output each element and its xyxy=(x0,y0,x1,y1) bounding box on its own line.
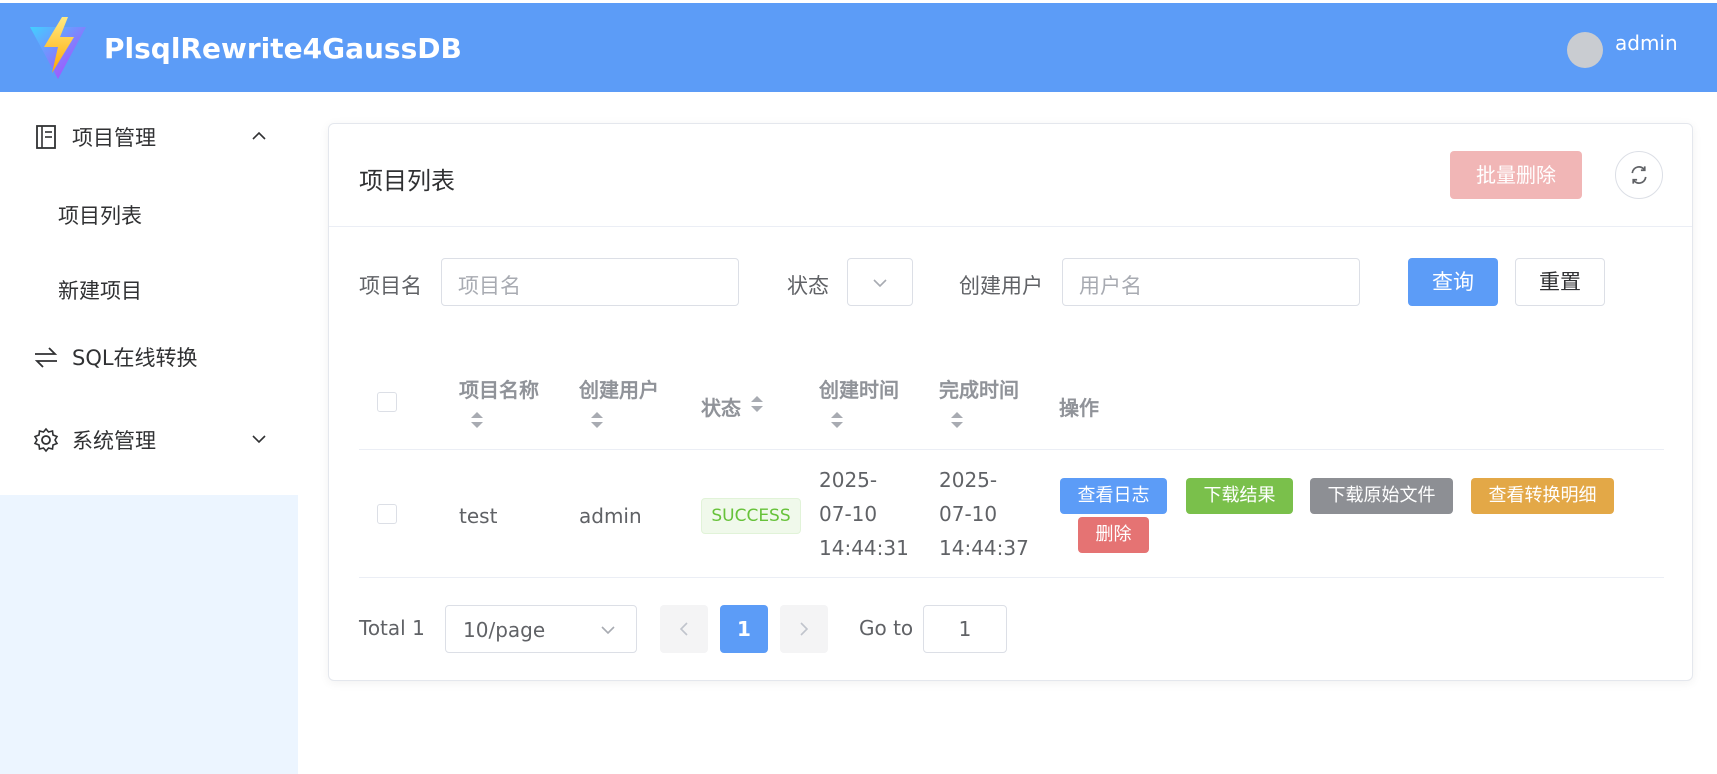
status-select[interactable] xyxy=(847,258,913,306)
avatar[interactable] xyxy=(1567,32,1603,68)
goto-page-input[interactable]: 1 xyxy=(923,605,1007,653)
sidebar-item-label: 项目管理 xyxy=(72,126,156,150)
swap-icon xyxy=(34,347,58,368)
sidebar-subitem-project-list[interactable]: 项目列表 xyxy=(58,200,142,230)
sidebar-item-system-management[interactable]: 系统管理 xyxy=(0,409,298,469)
refresh-icon xyxy=(1631,166,1647,184)
cell-finished-line2: 07-10 xyxy=(939,502,998,526)
sidebar-item-label: SQL在线转换 xyxy=(72,346,198,370)
sort-icon[interactable] xyxy=(591,410,603,430)
column-header-status[interactable]: 状态 xyxy=(701,392,741,421)
refresh-button[interactable] xyxy=(1615,151,1663,199)
chevron-down-icon xyxy=(873,279,887,288)
sort-icon[interactable] xyxy=(471,410,483,430)
divider xyxy=(329,226,1692,227)
chevron-up-icon xyxy=(252,131,266,140)
goto-label: Go to xyxy=(859,616,914,640)
batch-delete-button[interactable]: 批量删除 xyxy=(1450,151,1582,199)
divider xyxy=(359,449,1664,450)
project-name-placeholder: 项目名 xyxy=(458,274,521,298)
project-list-card: 项目列表 批量删除 项目名 项目名 状态 创建用户 用户名 查询 重置 项目名称… xyxy=(328,123,1693,681)
creator-placeholder: 用户名 xyxy=(1079,274,1142,298)
download-result-button[interactable]: 下载结果 xyxy=(1186,478,1293,514)
chevron-down-icon xyxy=(601,626,615,635)
cell-finished-line1: 2025- xyxy=(939,468,998,492)
cell-creator: admin xyxy=(579,504,642,528)
sidebar-item-project-management[interactable]: 项目管理 xyxy=(0,106,298,166)
download-original-button[interactable]: 下载原始文件 xyxy=(1310,478,1453,514)
reset-button[interactable]: 重置 xyxy=(1515,258,1605,306)
sort-icon[interactable] xyxy=(751,394,763,414)
column-header-finished[interactable]: 完成时间 xyxy=(939,374,1019,403)
sidebar-subitem-new-project[interactable]: 新建项目 xyxy=(58,275,142,305)
pagination-total: Total 1 xyxy=(359,616,425,640)
prev-page-button[interactable] xyxy=(660,605,708,653)
sidebar-item-sql-convert[interactable]: SQL在线转换 xyxy=(0,326,298,386)
chevron-left-icon xyxy=(679,622,688,636)
cell-created-line3: 14:44:31 xyxy=(819,536,909,560)
vite-bolt-logo xyxy=(30,17,86,79)
chevron-down-icon xyxy=(252,435,266,444)
status-badge: SUCCESS xyxy=(701,498,801,534)
page-title: 项目列表 xyxy=(359,167,455,195)
chevron-right-icon xyxy=(800,622,809,636)
project-name-label: 项目名 xyxy=(359,274,422,298)
cell-created-line1: 2025- xyxy=(819,468,878,492)
sort-icon[interactable] xyxy=(951,410,963,430)
column-header-creator[interactable]: 创建用户 xyxy=(579,374,659,403)
next-page-button[interactable] xyxy=(780,605,828,653)
gear-icon xyxy=(33,427,59,453)
cell-created-line2: 07-10 xyxy=(819,502,878,526)
column-header-actions: 操作 xyxy=(1059,396,1099,420)
sidebar-item-label: 系统管理 xyxy=(72,429,156,453)
creator-input[interactable]: 用户名 xyxy=(1062,258,1360,306)
page-button-current[interactable]: 1 xyxy=(720,605,768,653)
status-label: 状态 xyxy=(787,274,829,298)
document-icon xyxy=(36,125,56,149)
sort-icon[interactable] xyxy=(831,410,843,430)
delete-button[interactable]: 删除 xyxy=(1078,517,1149,553)
cell-finished-line3: 14:44:37 xyxy=(939,536,1029,560)
view-conversion-detail-button[interactable]: 查看转换明细 xyxy=(1471,478,1614,514)
column-header-name[interactable]: 项目名称 xyxy=(459,374,539,403)
app-title: PlsqlRewrite4GaussDB xyxy=(104,32,462,65)
divider xyxy=(359,577,1664,578)
view-log-button[interactable]: 查看日志 xyxy=(1060,478,1167,514)
row-checkbox[interactable] xyxy=(377,504,397,524)
sidebar-empty-area xyxy=(0,495,298,774)
query-button[interactable]: 查询 xyxy=(1408,258,1498,306)
select-all-checkbox[interactable] xyxy=(377,392,397,412)
top-bar: PlsqlRewrite4GaussDB admin xyxy=(0,3,1717,92)
column-header-created[interactable]: 创建时间 xyxy=(819,374,899,403)
page-size-value: 10/page xyxy=(463,618,546,642)
username[interactable]: admin xyxy=(1615,31,1678,55)
cell-project-name: test xyxy=(459,504,498,528)
creator-label: 创建用户 xyxy=(959,274,1043,298)
project-name-input[interactable]: 项目名 xyxy=(441,258,739,306)
page-size-select[interactable]: 10/page xyxy=(445,605,637,653)
